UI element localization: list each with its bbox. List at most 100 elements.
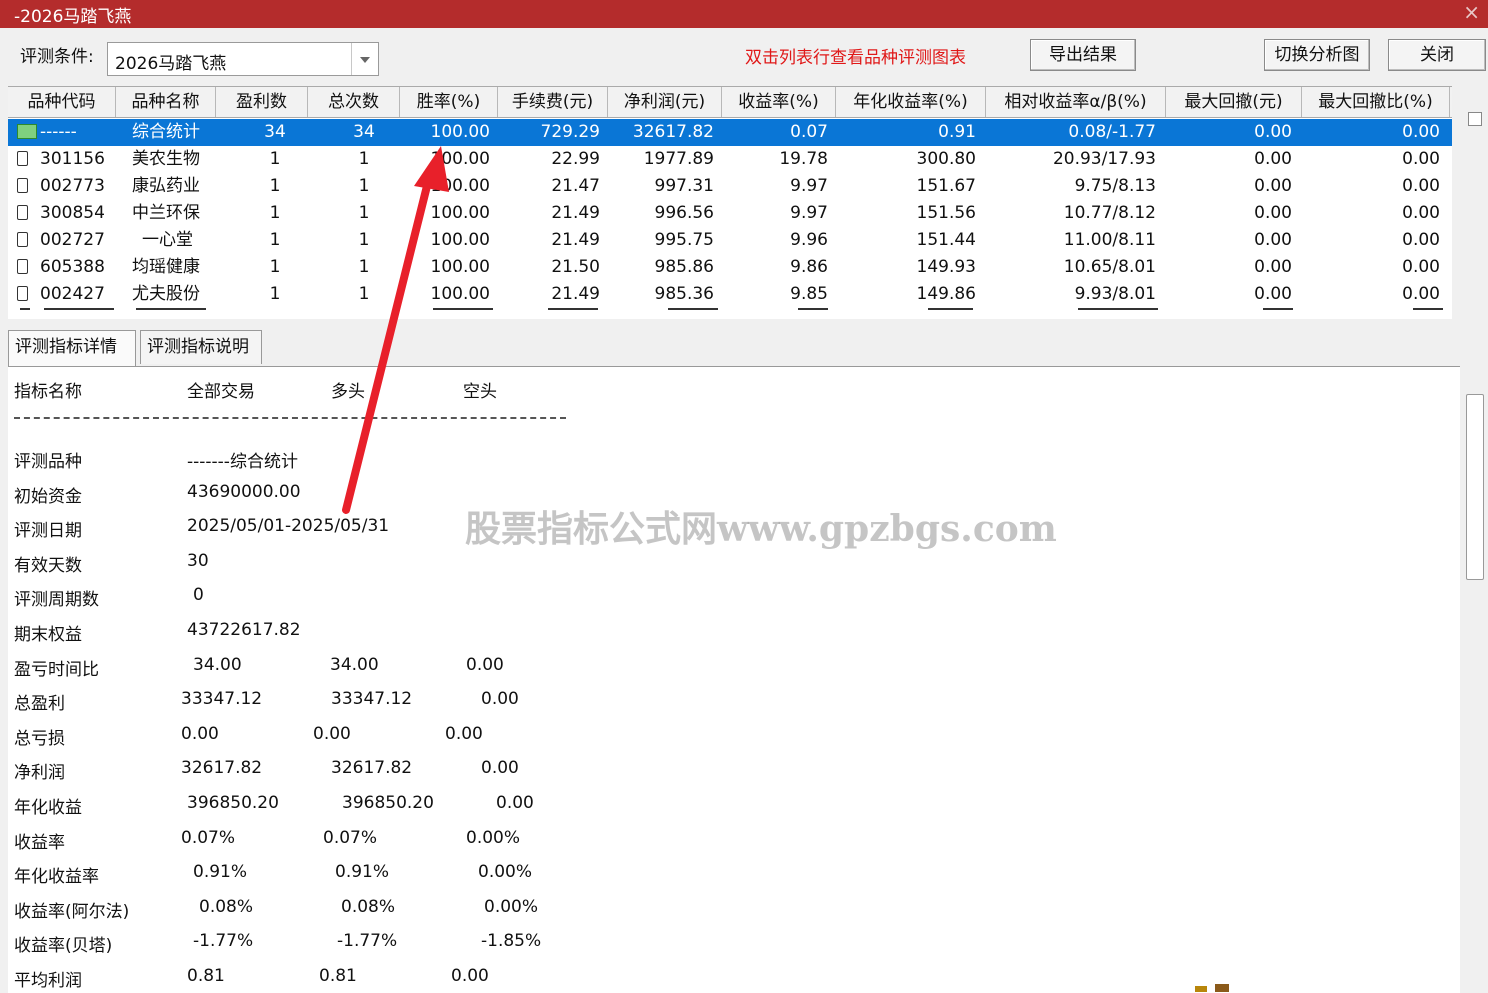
metric-value: 2025/05/01-2025/05/31 xyxy=(187,516,390,537)
partial-row-glyphs xyxy=(20,308,1443,310)
cell-name: 均瑶健康 xyxy=(132,257,200,277)
header-indicator-name: 指标名称 xyxy=(14,382,82,402)
detail-scrollbar[interactable] xyxy=(1462,366,1488,992)
cell-winrate: 100.00 xyxy=(430,122,490,142)
column-header[interactable]: 盈利数 xyxy=(216,87,308,117)
cell-maxdd: 0.00 xyxy=(1254,122,1292,142)
metric-label: 总亏损 xyxy=(14,728,65,749)
cell-maxdd: 0.00 xyxy=(1254,257,1292,277)
table-row-partial xyxy=(8,306,1452,319)
cell-winrate: 100.00 xyxy=(430,257,490,277)
cell-code: 002427 xyxy=(40,284,105,304)
metric-label: 盈亏时间比 xyxy=(14,659,99,680)
metric-value-long: 0.07% xyxy=(323,827,378,848)
column-header[interactable]: 相对收益率α/β(%) xyxy=(986,87,1166,117)
close-button[interactable]: 关闭 xyxy=(1388,39,1486,71)
metric-value: 30 xyxy=(187,550,209,571)
tab-metrics-detail[interactable]: 评测指标详情 xyxy=(8,330,136,366)
metric-label: 评测周期数 xyxy=(14,590,99,611)
table-row[interactable]: 300854 中兰环保 1 1 100.00 21.49 996.56 9.97 151.56 1… xyxy=(8,200,1452,227)
metric-label: 期末权益 xyxy=(14,625,82,645)
cell-ret: 9.97 xyxy=(790,203,828,223)
metric-value-short: -1.85% xyxy=(481,931,542,952)
metric-label: 评测品种 xyxy=(14,452,82,472)
cell-maxdd: 0.00 xyxy=(1254,203,1292,223)
scrollbar-thumb[interactable] xyxy=(1466,394,1484,580)
condition-label: 评测条件: xyxy=(20,47,94,67)
metric-value: 0 xyxy=(193,585,204,606)
cell-maxdd: 0.00 xyxy=(1254,230,1292,250)
title-bar: -2026马踏飞燕 × xyxy=(0,0,1488,28)
cell-fee: 21.47 xyxy=(551,176,600,196)
tab-metrics-help[interactable]: 评测指标说明 xyxy=(140,330,262,364)
cell-maxdd: 0.00 xyxy=(1254,149,1292,169)
results-table[interactable]: 品种代码 品种名称 盈利数 总次数 胜率(%) 手续费(元) 净利润(元) 收益率(%) 年化收… xyxy=(8,86,1452,319)
table-row-summary[interactable]: ------ 综合统计 34 34 100.00 729.29 32617.82 0.07 0.… xyxy=(8,119,1452,146)
switch-chart-button[interactable]: 切换分析图 xyxy=(1264,39,1370,71)
cell-annual: 151.67 xyxy=(916,176,976,196)
cell-fee: 22.99 xyxy=(551,149,600,169)
document-icon xyxy=(17,232,28,247)
cell-name: 尤夫股份 xyxy=(132,284,200,304)
column-header[interactable]: 最大回撤比(%) xyxy=(1302,87,1450,117)
table-row[interactable]: 002727 一心堂 1 1 100.00 21.49 995.75 9.96 151.44 11… xyxy=(8,227,1452,254)
cell-ret: 9.86 xyxy=(790,257,828,277)
cell-annual: 149.86 xyxy=(916,284,976,304)
cell-profit: 995.75 xyxy=(654,230,714,250)
column-header[interactable]: 年化收益率(%) xyxy=(836,87,986,117)
column-header[interactable]: 手续费(元) xyxy=(498,87,608,117)
grid-corner-checkbox[interactable] xyxy=(1468,112,1482,126)
table-header: 品种代码 品种名称 盈利数 总次数 胜率(%) 手续费(元) 净利润(元) 收益率(%) 年化收… xyxy=(8,87,1452,118)
metric-label: 评测日期 xyxy=(14,521,82,542)
metric-label: 年化收益率 xyxy=(14,867,99,888)
cell-relative: 10.77/8.12 xyxy=(1063,203,1156,223)
table-row[interactable]: 301156 美农生物 1 1 100.00 22.99 1977.89 19.78 300.8… xyxy=(8,146,1452,173)
cell-fee: 21.49 xyxy=(551,284,600,304)
condition-select[interactable]: 2026马踏飞燕 xyxy=(107,42,379,76)
window-close-icon[interactable]: × xyxy=(1463,0,1480,24)
cell-profit: 996.56 xyxy=(654,203,714,223)
column-header[interactable]: 品种名称 xyxy=(116,87,216,117)
table-row[interactable]: 002427 尤夫股份 1 1 100.00 21.49 985.36 9.85 149.86 9… xyxy=(8,281,1452,308)
column-header[interactable]: 收益率(%) xyxy=(722,87,836,117)
cell-profit: 1977.89 xyxy=(643,149,714,169)
column-header[interactable]: 品种代码 xyxy=(8,87,116,117)
metric-value-short: 0.00% xyxy=(484,896,539,917)
metric-value-short: 0.00 xyxy=(496,792,534,813)
cell-ret: 9.96 xyxy=(790,230,828,250)
metric-value-short: 0.00 xyxy=(445,723,483,744)
toolbar: 评测条件: 2026马踏飞燕 双击列表行查看品种评测图表 导出结果 切换分析图 … xyxy=(0,28,1488,84)
metric-value-all: 0.08% xyxy=(199,896,254,917)
column-header[interactable]: 最大回撤(元) xyxy=(1166,87,1302,117)
column-header[interactable]: 净利润(元) xyxy=(608,87,722,117)
cell-name: 美农生物 xyxy=(132,149,200,169)
table-row[interactable]: 002773 康弘药业 1 1 100.00 21.47 997.31 9.97 151.67 9… xyxy=(8,173,1452,200)
column-header[interactable]: 胜率(%) xyxy=(400,87,498,117)
cell-annual: 149.93 xyxy=(916,257,976,277)
metric-label: 年化收益 xyxy=(14,797,82,818)
metric-label: 初始资金 xyxy=(14,486,82,507)
chevron-down-icon[interactable] xyxy=(351,43,378,75)
cell-relative: 9.75/8.13 xyxy=(1074,176,1156,196)
metric-value-all: 33347.12 xyxy=(181,689,263,710)
cell-winrate: 100.00 xyxy=(430,203,490,223)
metric-value-all: -1.77% xyxy=(193,931,254,952)
cell-relative: 9.93/8.01 xyxy=(1074,284,1156,304)
metric-value-long: 396850.20 xyxy=(342,792,434,813)
metric-value-all: 396850.20 xyxy=(187,792,279,813)
cell-relative: 11.00/8.11 xyxy=(1063,230,1156,250)
metric-value-long: 0.81 xyxy=(319,965,357,986)
export-button[interactable]: 导出结果 xyxy=(1030,39,1136,71)
cell-maxddr: 0.00 xyxy=(1402,284,1440,304)
metric-value: -------综合统计 xyxy=(187,452,298,472)
cell-winrate: 100.00 xyxy=(430,284,490,304)
cell-code: 002773 xyxy=(40,176,105,196)
column-header[interactable]: 总次数 xyxy=(308,87,400,117)
cell-code: ------ xyxy=(40,122,77,142)
divider xyxy=(14,417,566,419)
cell-ret: 0.07 xyxy=(790,122,828,142)
table-row[interactable]: 605388 均瑶健康 1 1 100.00 21.50 985.86 9.86 149.93 1… xyxy=(8,254,1452,281)
cell-maxddr: 0.00 xyxy=(1402,230,1440,250)
document-icon xyxy=(17,286,28,301)
condition-value: 2026马踏飞燕 xyxy=(115,54,227,74)
